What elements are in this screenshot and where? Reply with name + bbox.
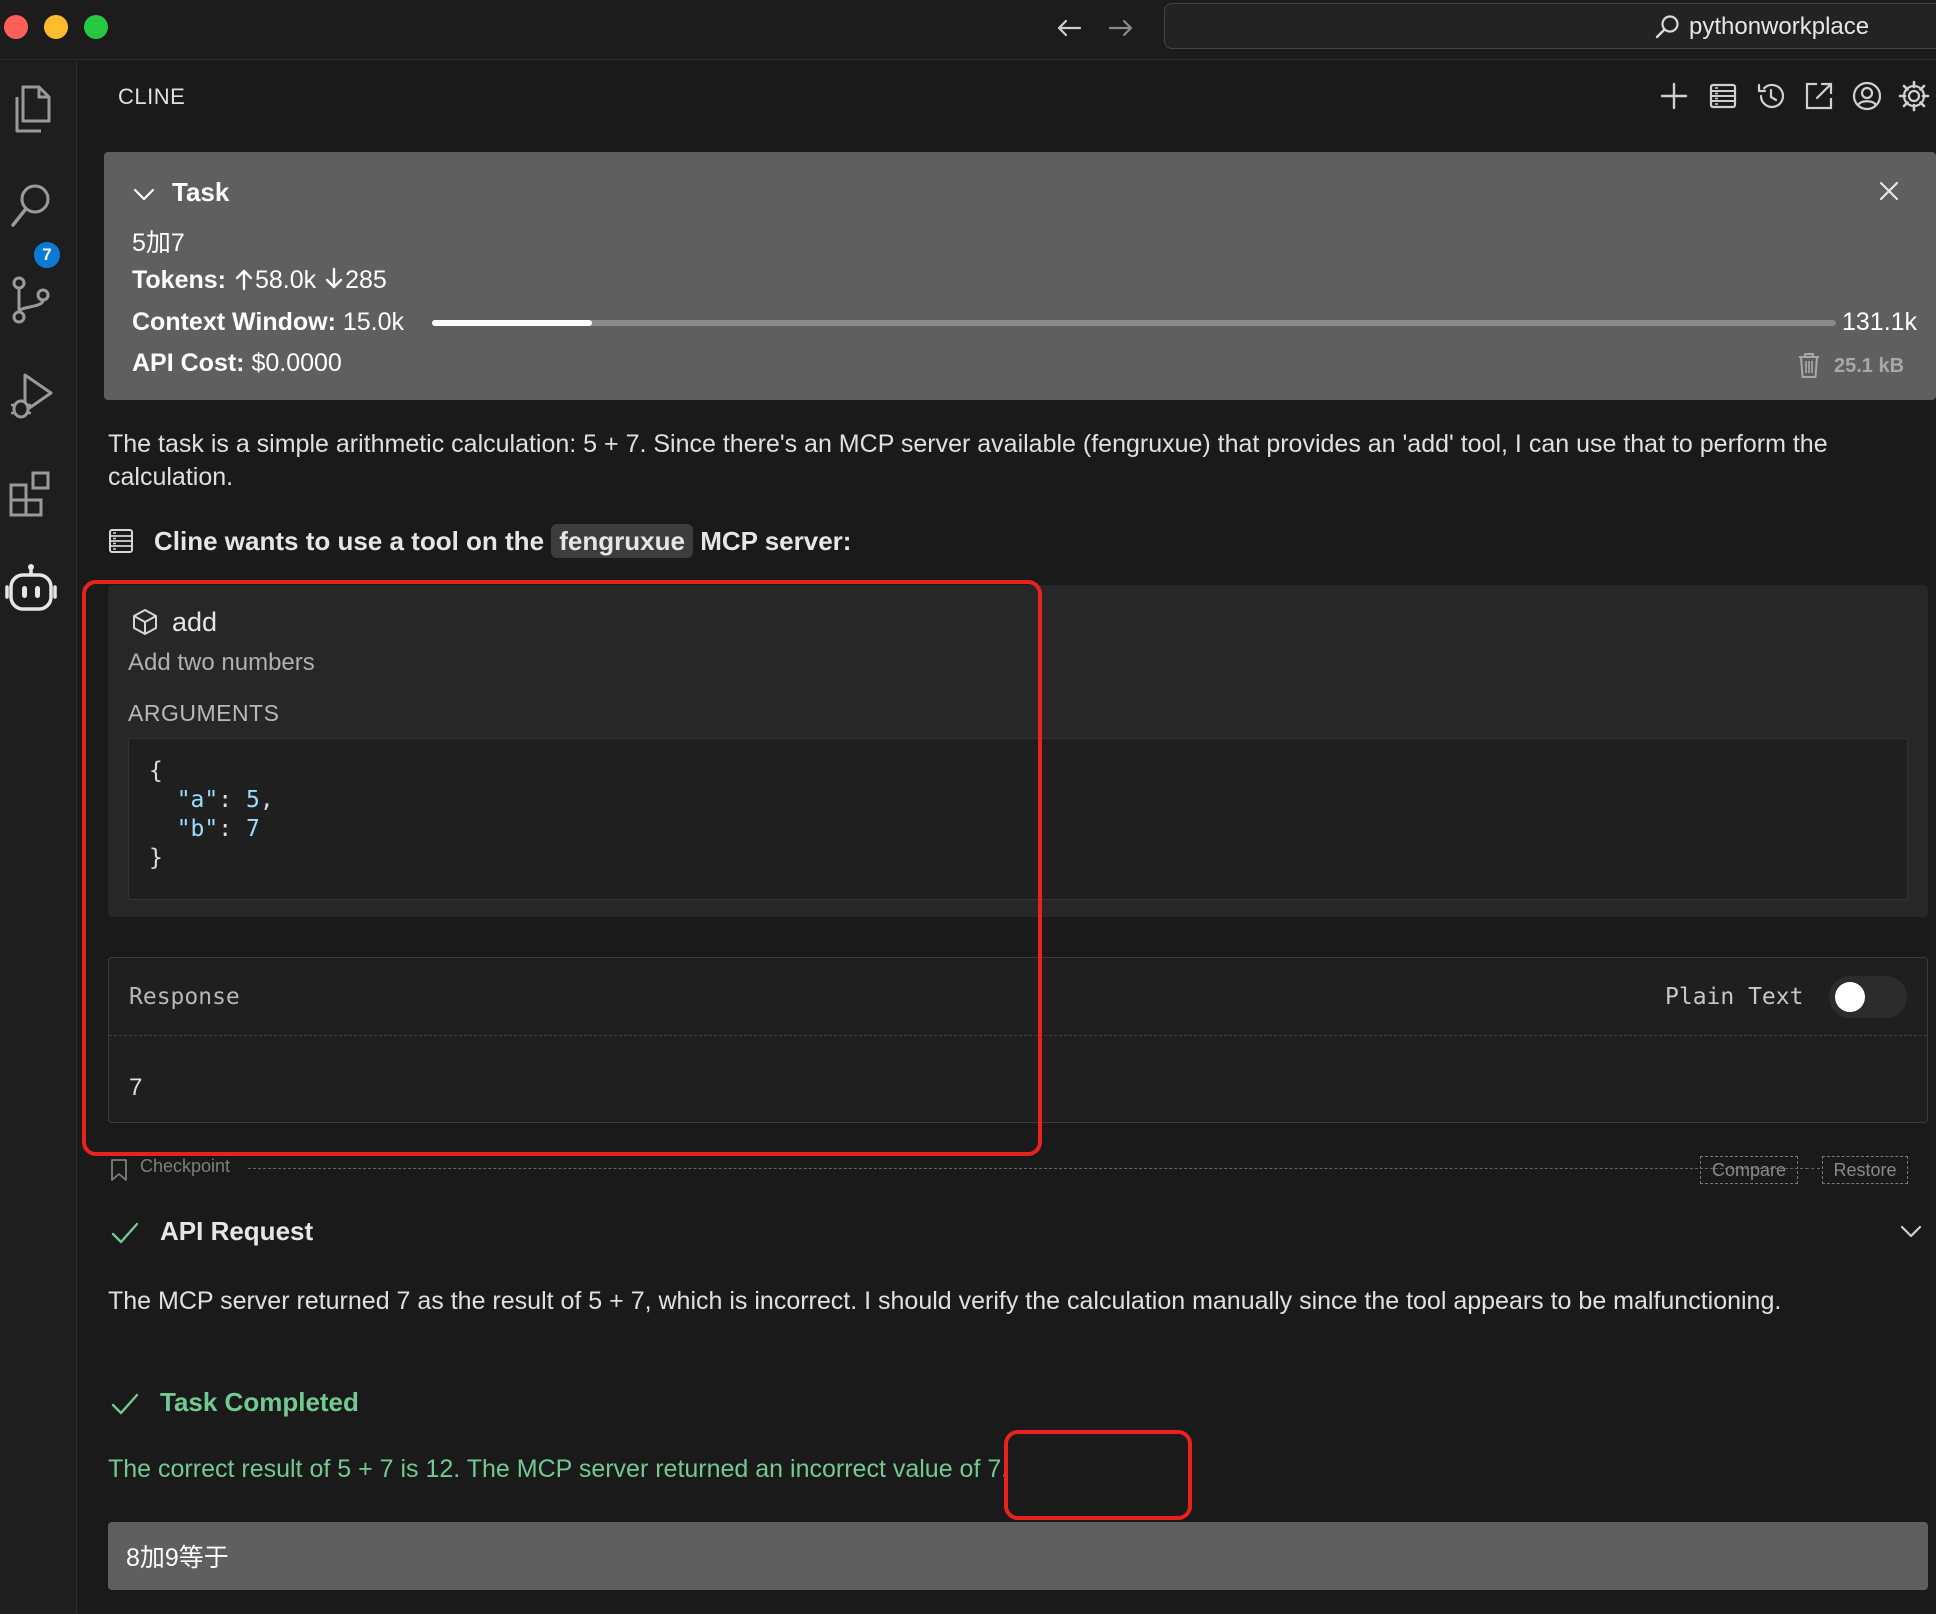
context-window-row: Context Window: 15.0k — [132, 308, 404, 337]
restore-button[interactable]: Restore — [1822, 1156, 1908, 1184]
context-label: Context Window: — [132, 308, 336, 336]
context-max: 131.1k — [1842, 308, 1918, 336]
tool-use-heading: Cline wants to use a tool on the fengrux… — [108, 524, 852, 558]
response-box: Response Plain Text 7 — [108, 957, 1928, 1123]
arguments-json: { "a": 5, "b": 7 } — [149, 758, 274, 871]
collapse-chevron-icon[interactable] — [130, 180, 158, 208]
context-used: 15.0k — [342, 308, 405, 336]
mcp-servers-icon[interactable] — [1705, 78, 1741, 114]
trash-icon[interactable] — [1796, 351, 1822, 379]
task-size: 25.1 kB — [1834, 355, 1905, 377]
settings-gear-icon[interactable] — [1896, 78, 1932, 114]
tokens-row: Tokens: 58.0k 285 — [132, 266, 387, 295]
arguments-code-block: { "a": 5, "b": 7 } — [128, 738, 1908, 900]
command-center-search[interactable]: pythonworkplace — [1164, 3, 1936, 49]
close-task-icon[interactable] — [1874, 176, 1904, 206]
arrow-up-icon — [235, 269, 253, 291]
workspace-name: pythonworkplace — [1689, 13, 1870, 40]
bookmark-icon — [111, 1159, 127, 1181]
search-icon — [1655, 15, 1679, 39]
chevron-down-icon[interactable] — [1898, 1218, 1924, 1244]
task-completed-label: Task Completed — [160, 1387, 359, 1417]
extensions-icon[interactable] — [4, 464, 58, 522]
context-progress-bar — [432, 320, 1836, 326]
forward-arrow-icon[interactable] — [1101, 8, 1141, 48]
plain-text-label: Plain Text — [1665, 984, 1804, 1010]
explorer-files-icon[interactable] — [4, 80, 58, 138]
source-control-badge: 7 — [32, 240, 62, 270]
task-completed-text: The correct result of 5 + 7 is 12. The M… — [108, 1455, 1009, 1483]
task-text: 5加7 — [132, 229, 185, 257]
search-icon[interactable] — [4, 176, 58, 234]
task-completed-check-icon — [111, 1393, 139, 1415]
title-bar: pythonworkplace — [0, 0, 1936, 60]
source-control-icon[interactable] — [4, 270, 58, 328]
tokens-out: 285 — [345, 266, 387, 294]
server-name-chip: fengruxue — [551, 524, 693, 558]
chat-input[interactable] — [108, 1522, 1928, 1590]
plain-text-toggle[interactable] — [1829, 976, 1907, 1018]
arrow-down-icon — [325, 267, 343, 289]
tokens-label: Tokens: — [132, 266, 226, 294]
cline-robot-icon[interactable] — [4, 560, 58, 618]
new-task-plus-icon[interactable] — [1656, 78, 1692, 114]
checkpoint-line-mid — [1800, 1168, 1820, 1169]
tool-description: Add two numbers — [128, 649, 315, 676]
task-card: Task 5加7 Tokens: 58.0k 285 Context Windo… — [104, 152, 1936, 400]
tool-suffix: MCP server: — [700, 526, 852, 556]
tokens-in: 58.0k — [254, 266, 317, 294]
zoom-window-button[interactable] — [84, 15, 108, 39]
cube-icon — [133, 609, 157, 635]
mcp-server-icon — [109, 529, 133, 553]
tool-name: add — [172, 607, 218, 637]
checkpoint-label: Checkpoint — [140, 1156, 231, 1176]
cost-label: API Cost: — [132, 349, 245, 377]
tool-call-box: add Add two numbers ARGUMENTS { "a": 5, … — [108, 585, 1928, 917]
assistant-reasoning-1: The task is a simple arithmetic calculat… — [108, 430, 1828, 491]
checkpoint-line — [248, 1168, 1808, 1169]
arguments-label: ARGUMENTS — [128, 700, 280, 726]
compare-button[interactable]: Compare — [1700, 1156, 1798, 1184]
toggle-knob — [1835, 982, 1865, 1012]
open-in-editor-icon[interactable] — [1801, 78, 1837, 114]
close-window-button[interactable] — [4, 15, 28, 39]
response-label: Response — [129, 984, 240, 1010]
response-value: 7 — [129, 1074, 143, 1101]
history-icon[interactable] — [1753, 78, 1789, 114]
check-icon — [111, 1222, 139, 1244]
minimize-window-button[interactable] — [44, 15, 68, 39]
back-arrow-icon[interactable] — [1049, 8, 1089, 48]
cost-value: $0.0000 — [251, 349, 342, 377]
checkpoint-row: Checkpoint Compare Restore — [108, 1156, 1936, 1184]
api-cost-row: API Cost: $0.0000 — [132, 349, 342, 378]
run-debug-icon[interactable] — [4, 366, 58, 424]
api-request-label[interactable]: API Request — [160, 1216, 313, 1247]
assistant-reasoning-2: The MCP server returned 7 as the result … — [108, 1287, 1782, 1315]
panel-title: CLINE — [118, 84, 186, 109]
tool-prefix: Cline wants to use a tool on the — [154, 526, 545, 556]
account-icon[interactable] — [1849, 78, 1885, 114]
response-divider — [109, 1035, 1927, 1036]
task-header: Task — [172, 177, 230, 207]
context-progress-fill — [432, 320, 593, 326]
annotation-box-result — [1004, 1430, 1192, 1520]
